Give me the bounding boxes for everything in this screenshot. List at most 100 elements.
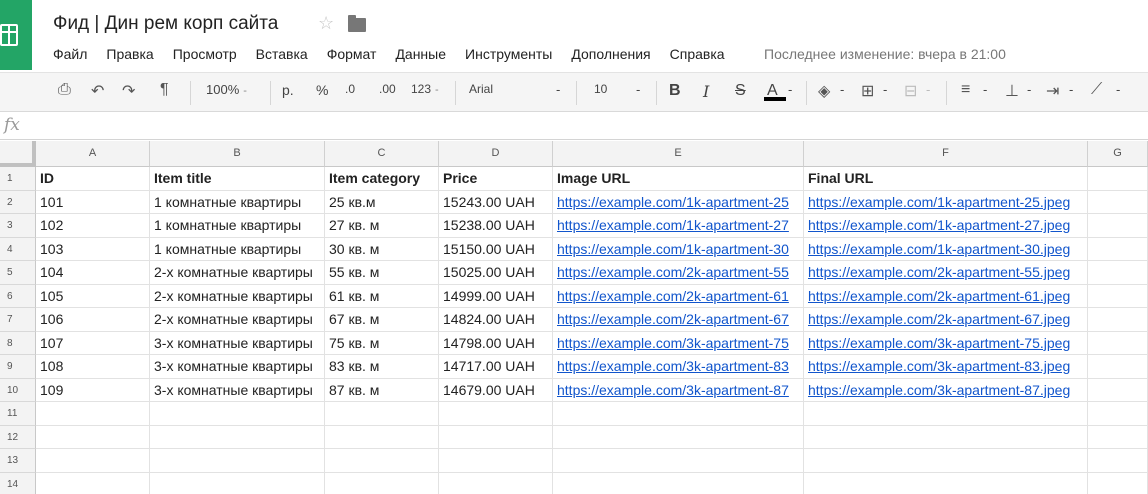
table-cell[interactable]: 15238.00 UAH (439, 214, 553, 238)
column-header-g[interactable]: G (1088, 141, 1148, 167)
table-cell[interactable]: 109 (36, 378, 150, 402)
table-cell[interactable] (439, 425, 553, 449)
table-cell[interactable]: https://example.com/2k-apartment-67.jpeg (804, 308, 1088, 332)
table-cell[interactable] (36, 402, 150, 426)
menu-format[interactable]: Формат (327, 46, 377, 62)
table-cell[interactable] (1088, 472, 1148, 494)
table-cell[interactable]: https://example.com/3k-apartment-87.jpeg (804, 378, 1088, 402)
chevron-down-icon[interactable]: - (883, 82, 887, 97)
table-cell[interactable]: https://example.com/2k-apartment-61 (553, 284, 804, 308)
table-cell[interactable]: 102 (36, 214, 150, 238)
undo-icon[interactable]: ↶ (91, 81, 104, 101)
table-cell[interactable] (150, 472, 325, 494)
formula-bar[interactable]: fx (0, 113, 1148, 140)
chevron-down-icon[interactable]: - (926, 82, 930, 97)
row-header[interactable]: 13 (0, 449, 36, 473)
table-cell[interactable] (804, 402, 1088, 426)
table-cell[interactable] (1088, 190, 1148, 214)
column-header-c[interactable]: C (325, 141, 439, 167)
document-title[interactable]: Фид | Дин рем корп сайта (53, 13, 278, 35)
table-cell[interactable]: https://example.com/2k-apartment-61.jpeg (804, 284, 1088, 308)
table-cell[interactable] (1088, 284, 1148, 308)
zoom-select[interactable]: 100% - (206, 82, 247, 97)
row-header[interactable]: 4 (0, 237, 36, 261)
table-cell[interactable]: https://example.com/3k-apartment-75 (553, 331, 804, 355)
table-cell[interactable]: https://example.com/2k-apartment-67 (553, 308, 804, 332)
menu-insert[interactable]: Вставка (256, 46, 308, 62)
valign-bottom-icon[interactable]: ⊥ (1005, 81, 1019, 101)
table-cell[interactable] (150, 449, 325, 473)
table-cell[interactable]: 2-х комнатные квартиры (150, 284, 325, 308)
table-cell[interactable]: 14798.00 UAH (439, 331, 553, 355)
last-edit-status[interactable]: Последнее изменение: вчера в 21:00 (764, 46, 1006, 62)
table-cell[interactable]: 105 (36, 284, 150, 308)
star-icon[interactable]: ☆ (318, 13, 334, 34)
menu-view[interactable]: Просмотр (173, 46, 237, 62)
table-cell[interactable] (325, 425, 439, 449)
chevron-down-icon[interactable]: - (1027, 82, 1031, 97)
table-cell[interactable] (553, 402, 804, 426)
table-cell[interactable] (1088, 331, 1148, 355)
table-cell[interactable]: 15150.00 UAH (439, 237, 553, 261)
fill-color-icon[interactable]: ◈ (818, 81, 830, 101)
menu-addons[interactable]: Дополнения (571, 46, 650, 62)
spreadsheet-grid[interactable]: A B C D E F G 1 ID Item title Item category Price Im… (0, 141, 1148, 494)
table-cell[interactable] (1088, 425, 1148, 449)
table-cell[interactable] (804, 472, 1088, 494)
table-cell[interactable] (1088, 214, 1148, 238)
table-cell[interactable] (36, 472, 150, 494)
table-cell[interactable]: 55 кв. м (325, 261, 439, 285)
currency-format-button[interactable]: р. (282, 82, 294, 98)
paint-format-icon[interactable]: ¶ (160, 81, 169, 99)
wrap-icon[interactable]: ⇥ (1046, 81, 1059, 101)
table-cell[interactable] (553, 472, 804, 494)
table-cell[interactable] (439, 449, 553, 473)
table-cell[interactable]: https://example.com/3k-apartment-75.jpeg (804, 331, 1088, 355)
percent-format-button[interactable]: % (316, 82, 328, 98)
column-header-a[interactable]: A (36, 141, 150, 167)
table-cell[interactable] (1088, 402, 1148, 426)
table-cell[interactable]: 14717.00 UAH (439, 355, 553, 379)
table-cell[interactable] (325, 402, 439, 426)
table-cell[interactable]: 2-х комнатные квартиры (150, 261, 325, 285)
table-cell[interactable]: https://example.com/1k-apartment-30.jpeg (804, 237, 1088, 261)
table-cell[interactable]: 108 (36, 355, 150, 379)
chevron-down-icon[interactable]: - (1069, 82, 1073, 97)
table-cell[interactable]: https://example.com/2k-apartment-55.jpeg (804, 261, 1088, 285)
table-cell[interactable]: 75 кв. м (325, 331, 439, 355)
row-header[interactable]: 2 (0, 190, 36, 214)
select-all-corner[interactable] (0, 141, 36, 167)
table-cell[interactable] (439, 402, 553, 426)
chevron-down-icon[interactable]: - (788, 82, 792, 97)
table-cell[interactable]: 25 кв.м (325, 190, 439, 214)
sheets-logo-icon[interactable] (0, 0, 32, 70)
table-cell[interactable]: 30 кв. м (325, 237, 439, 261)
column-header-b[interactable]: B (150, 141, 325, 167)
menu-help[interactable]: Справка (670, 46, 725, 62)
table-cell[interactable] (553, 425, 804, 449)
row-header[interactable]: 12 (0, 425, 36, 449)
table-cell[interactable] (1088, 378, 1148, 402)
table-cell[interactable]: 27 кв. м (325, 214, 439, 238)
table-cell[interactable] (325, 472, 439, 494)
table-cell[interactable]: 104 (36, 261, 150, 285)
table-cell[interactable]: https://example.com/3k-apartment-87 (553, 378, 804, 402)
table-cell[interactable]: 3-х комнатные квартиры (150, 331, 325, 355)
print-icon[interactable]: ⎙ (58, 81, 71, 99)
table-cell[interactable] (804, 449, 1088, 473)
table-cell[interactable]: https://example.com/1k-apartment-30 (553, 237, 804, 261)
table-cell[interactable]: 106 (36, 308, 150, 332)
row-header[interactable]: 8 (0, 331, 36, 355)
row-header[interactable]: 14 (0, 472, 36, 494)
column-header-e[interactable]: E (553, 141, 804, 167)
table-cell[interactable]: 107 (36, 331, 150, 355)
bold-button[interactable]: B (669, 82, 681, 100)
rotate-icon[interactable]: ⟋ (1091, 81, 1102, 99)
chevron-down-icon[interactable]: - (840, 82, 844, 97)
font-family-select[interactable]: Arial (469, 82, 493, 96)
table-cell[interactable]: 3-х комнатные квартиры (150, 355, 325, 379)
table-cell[interactable]: 103 (36, 237, 150, 261)
table-cell[interactable]: https://example.com/3k-apartment-83 (553, 355, 804, 379)
italic-button[interactable]: I (703, 82, 709, 101)
merge-icon[interactable]: ⊟ (904, 81, 917, 101)
